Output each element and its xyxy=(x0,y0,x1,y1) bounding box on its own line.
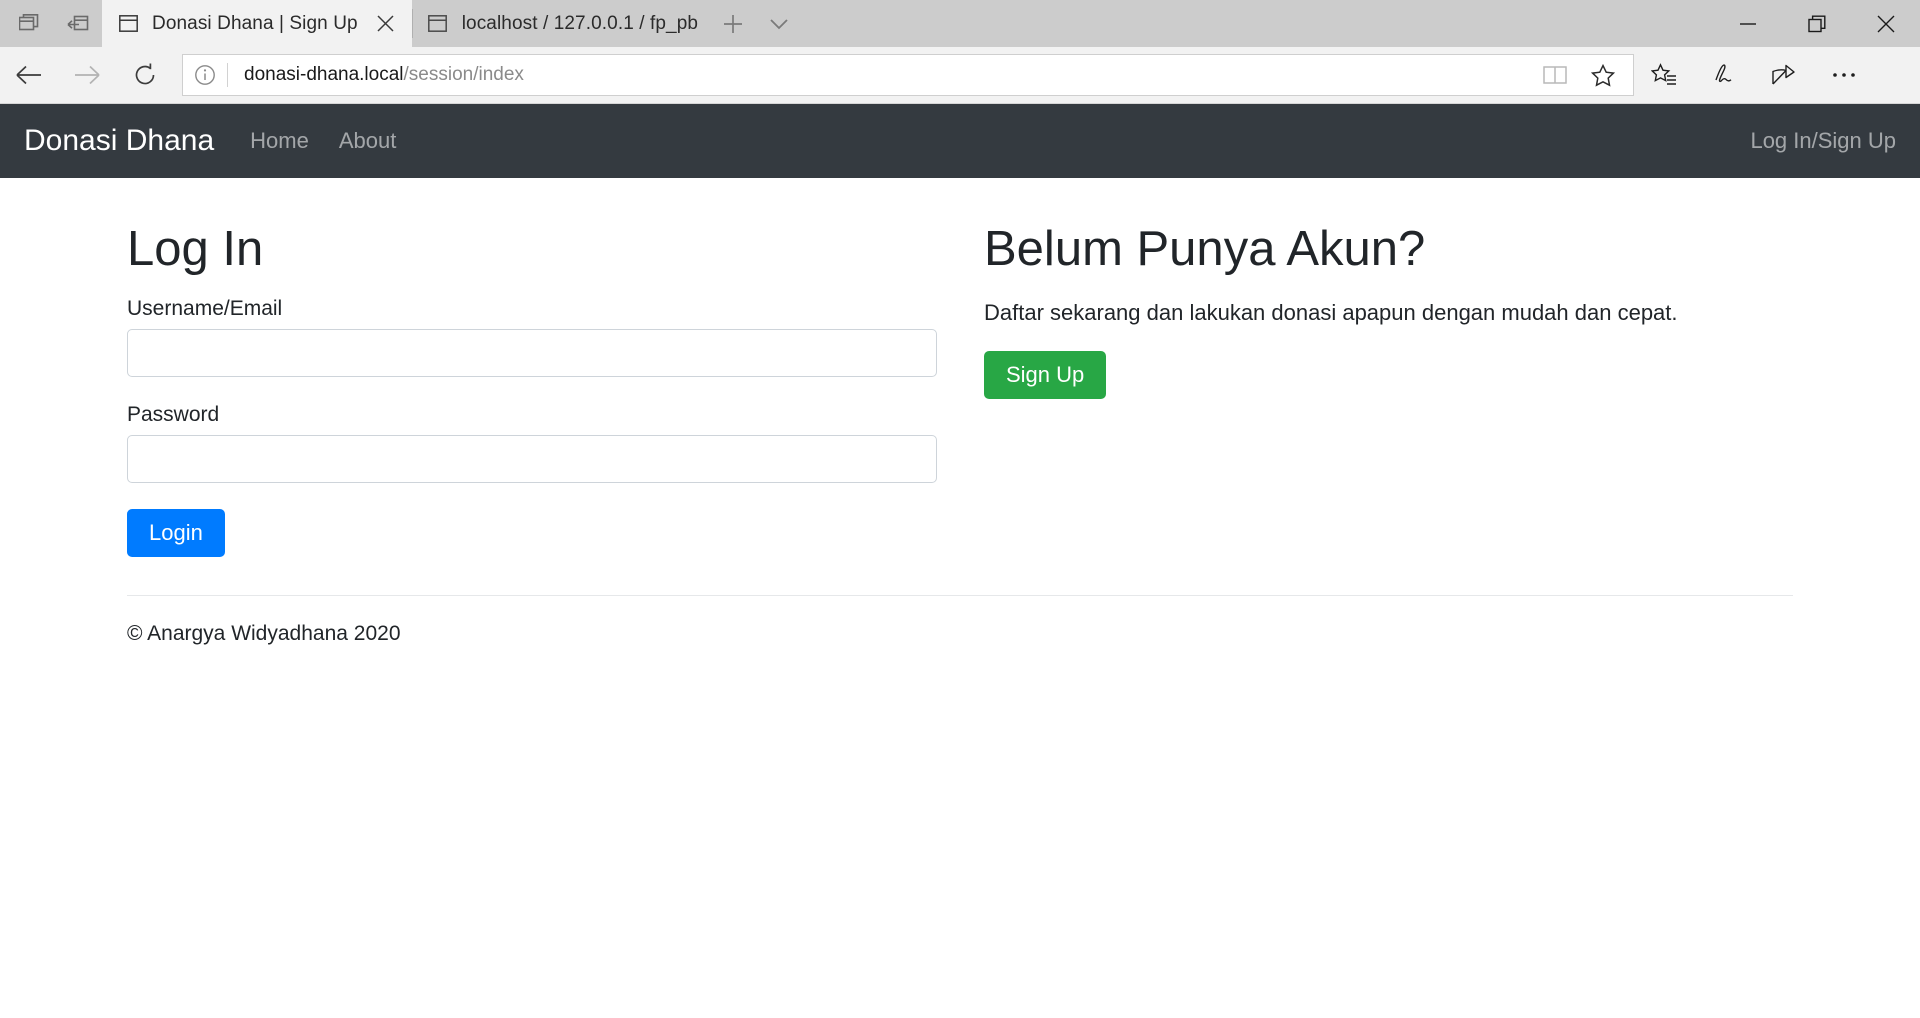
footer: © Anargya Widyadhana 2020 xyxy=(127,595,1793,646)
tabstrip-left-tools xyxy=(0,0,102,47)
navbar-right: Log In/Sign Up xyxy=(1750,128,1896,154)
url-text[interactable]: donasi-dhana.local/session/index xyxy=(228,64,1531,86)
signup-column: Belum Punya Akun? Daftar sekarang dan la… xyxy=(960,208,1793,400)
nav-links: Home About xyxy=(250,128,396,154)
minimize-icon[interactable] xyxy=(1713,0,1782,47)
password-group: Password xyxy=(127,403,940,483)
site-navbar: Donasi Dhana Home About Log In/Sign Up xyxy=(0,104,1920,178)
username-group: Username/Email xyxy=(127,297,940,377)
browser-toolbar xyxy=(1634,51,1884,99)
reading-view-icon[interactable] xyxy=(1531,55,1579,95)
restore-icon[interactable] xyxy=(1782,0,1851,47)
browser-window: Donasi Dhana | Sign Up localhost / 127.0… xyxy=(0,0,1920,1018)
signup-description: Daftar sekarang dan lakukan donasi apapu… xyxy=(984,299,1678,325)
url-domain: donasi-dhana.local xyxy=(244,64,404,85)
favorite-star-icon[interactable] xyxy=(1579,55,1627,95)
url-path: /session/index xyxy=(403,64,524,85)
login-form: Username/Email Password Login xyxy=(127,297,940,558)
nav-link-about[interactable]: About xyxy=(339,128,397,154)
signup-heading: Belum Punya Akun? xyxy=(984,222,1426,276)
back-icon[interactable] xyxy=(0,51,58,99)
set-aside-tabs-icon[interactable] xyxy=(54,4,102,44)
web-note-icon[interactable] xyxy=(1694,51,1754,99)
site-brand[interactable]: Donasi Dhana xyxy=(24,124,214,158)
browser-tab-active[interactable]: Donasi Dhana | Sign Up xyxy=(102,0,412,47)
browser-tab-inactive[interactable]: localhost / 127.0.0.1 / fp_pb xyxy=(411,0,711,47)
login-column: Log In Username/Email Password Login xyxy=(127,208,960,558)
footer-copyright: © Anargya Widyadhana 2020 xyxy=(127,622,401,646)
page-container: Log In Username/Email Password Login Bel… xyxy=(127,178,1793,646)
footer-divider xyxy=(127,595,1793,597)
signup-button[interactable]: Sign Up xyxy=(984,350,1107,400)
new-tab-icon[interactable] xyxy=(710,0,756,47)
settings-more-icon[interactable] xyxy=(1814,51,1874,99)
nav-link-login-signup[interactable]: Log In/Sign Up xyxy=(1750,128,1896,154)
favorites-hub-icon[interactable] xyxy=(1634,51,1694,99)
page-viewport: Donasi Dhana Home About Log In/Sign Up L… xyxy=(0,104,1920,1018)
login-button[interactable]: Login xyxy=(127,508,225,558)
page-icon xyxy=(428,14,448,34)
login-heading: Log In xyxy=(127,222,264,276)
window-controls xyxy=(1713,0,1920,47)
page-icon xyxy=(118,14,138,34)
password-input[interactable] xyxy=(127,434,937,483)
content-row: Log In Username/Email Password Login Bel… xyxy=(127,208,1793,558)
address-bar: donasi-dhana.local/session/index xyxy=(0,47,1920,104)
url-right-icons xyxy=(1531,55,1633,95)
username-input[interactable] xyxy=(127,328,937,377)
tab-list: Donasi Dhana | Sign Up localhost / 127.0… xyxy=(102,0,802,47)
tab-preview-icon[interactable] xyxy=(6,4,54,44)
tab-title: Donasi Dhana | Sign Up xyxy=(152,12,358,34)
url-bar[interactable]: donasi-dhana.local/session/index xyxy=(182,54,1634,96)
password-label: Password xyxy=(127,402,220,426)
info-icon[interactable] xyxy=(183,64,227,86)
refresh-icon[interactable] xyxy=(116,51,174,99)
close-icon[interactable] xyxy=(372,10,400,38)
tab-strip: Donasi Dhana | Sign Up localhost / 127.0… xyxy=(0,0,1920,47)
forward-icon[interactable] xyxy=(58,51,116,99)
chevron-down-icon[interactable] xyxy=(756,0,802,47)
username-label: Username/Email xyxy=(127,296,283,320)
tab-title: localhost / 127.0.0.1 / fp_pb xyxy=(461,12,699,34)
close-window-icon[interactable] xyxy=(1851,0,1920,47)
share-icon[interactable] xyxy=(1754,51,1814,99)
nav-link-home[interactable]: Home xyxy=(250,128,309,154)
